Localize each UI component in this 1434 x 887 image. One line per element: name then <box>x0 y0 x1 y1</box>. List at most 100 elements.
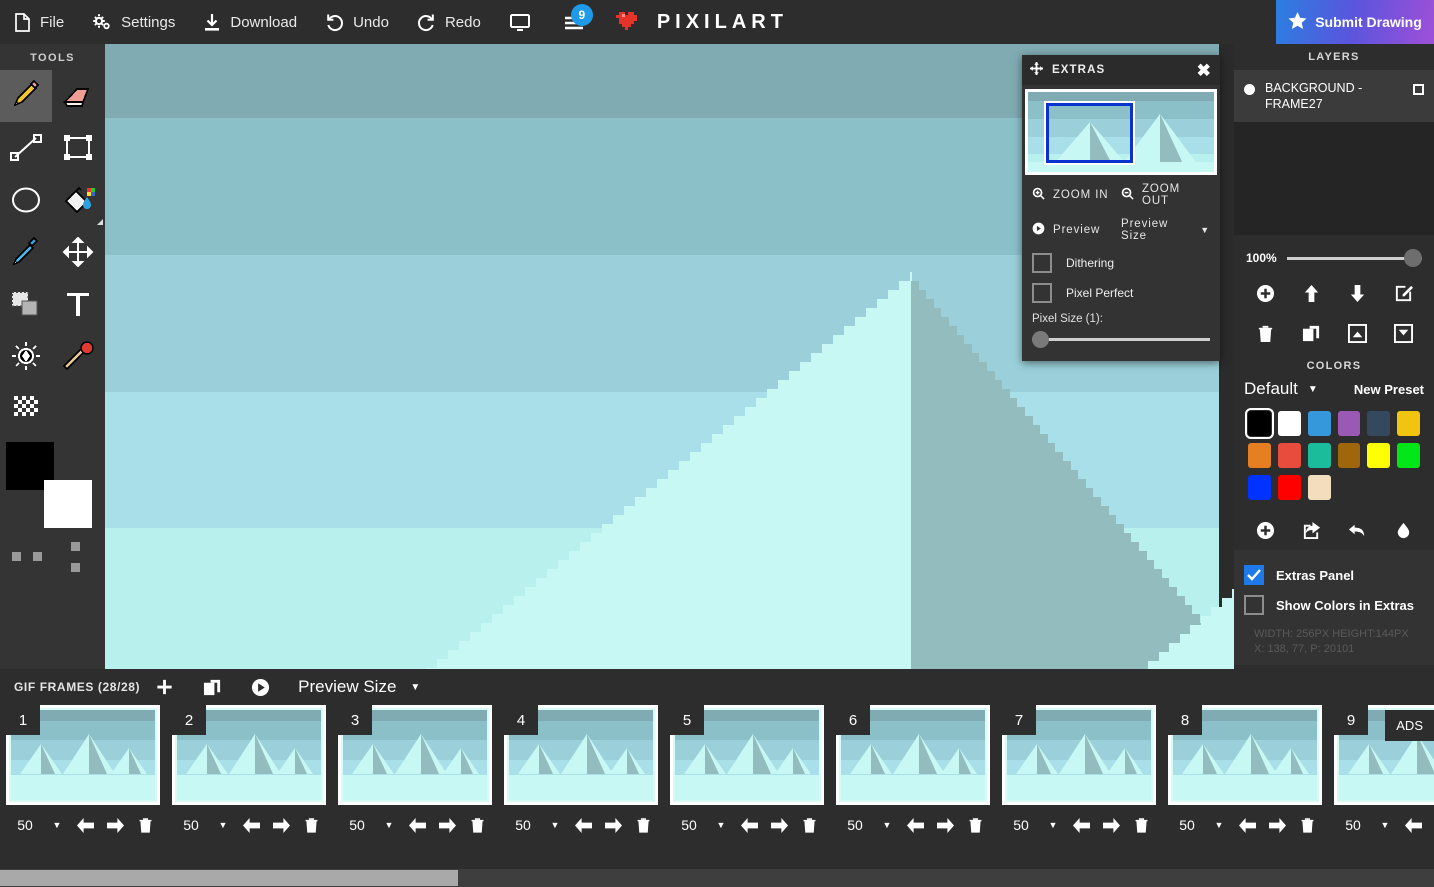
color-swatch-13[interactable] <box>1248 475 1271 500</box>
frame-thumbnail[interactable]: 1 <box>6 705 160 805</box>
extras-panel-header[interactable]: EXTRAS ✖ <box>1022 55 1220 85</box>
chevron-down-icon[interactable]: ▼ <box>376 820 402 830</box>
move-icon[interactable] <box>1030 62 1043 78</box>
color-swatch-8[interactable] <box>1278 443 1301 468</box>
nav-undo[interactable]: Undo <box>311 0 403 44</box>
recent-color-1[interactable] <box>12 552 21 561</box>
delete-frame-icon[interactable] <box>1292 816 1322 834</box>
merge-down-icon[interactable] <box>1342 320 1372 346</box>
move-frame-right-icon[interactable] <box>1096 817 1126 834</box>
move-frame-right-icon[interactable] <box>598 817 628 834</box>
move-frame-left-icon[interactable] <box>236 817 266 834</box>
delete-layer-icon[interactable] <box>1250 320 1280 346</box>
tool-eraser[interactable] <box>52 70 104 122</box>
layer-select-icon[interactable] <box>1413 84 1424 95</box>
color-swatch-6[interactable] <box>1397 411 1420 436</box>
frame-duration[interactable]: 50 <box>1334 817 1372 833</box>
delete-frame-icon[interactable] <box>628 816 658 834</box>
extras-panel-toggle[interactable]: Extras Panel <box>1244 565 1424 585</box>
pixel-size-slider-knob[interactable] <box>1032 331 1049 348</box>
gif-frame[interactable]: 550▼ <box>670 705 830 851</box>
frame-thumbnail[interactable]: 2 <box>172 705 326 805</box>
horizontal-scrollbar-thumb[interactable] <box>0 870 458 886</box>
new-preset-button[interactable]: New Preset <box>1354 382 1424 397</box>
frame-duration[interactable]: 50 <box>338 817 376 833</box>
tool-move[interactable] <box>52 226 104 278</box>
move-frame-left-icon[interactable] <box>734 817 764 834</box>
pixel-perfect-checkbox[interactable]: Pixel Perfect <box>1032 283 1210 303</box>
close-icon[interactable]: ✖ <box>1197 62 1212 79</box>
tool-pencil[interactable] <box>0 70 52 122</box>
frames-preview-size-label[interactable]: Preview Size <box>298 677 396 697</box>
tool-paint-bucket[interactable] <box>52 174 104 226</box>
move-frame-right-icon[interactable] <box>100 817 130 834</box>
frame-duration[interactable]: 50 <box>836 817 874 833</box>
brand-logo[interactable]: PIXILART <box>613 7 788 38</box>
tool-dither[interactable] <box>0 382 52 434</box>
move-frame-left-icon[interactable] <box>1398 817 1428 834</box>
tool-rectangle[interactable] <box>52 122 104 174</box>
tool-ellipse[interactable] <box>0 174 52 226</box>
extras-preview-thumbnail[interactable] <box>1025 89 1217 175</box>
recent-color-2[interactable] <box>33 552 42 561</box>
move-frame-right-icon[interactable] <box>764 817 794 834</box>
frame-thumbnail[interactable]: 7 <box>1002 705 1156 805</box>
gif-frames-strip[interactable]: 150▼250▼350▼450▼550▼650▼750▼850▼950▼ <box>0 705 1434 851</box>
dithering-checkbox-box[interactable] <box>1032 253 1052 273</box>
frame-thumbnail[interactable]: 3 <box>338 705 492 805</box>
gif-frame[interactable]: 1 50▼ <box>6 705 166 851</box>
gif-frame[interactable]: 750▼ <box>1002 705 1162 851</box>
chevron-down-icon[interactable]: ▼ <box>708 820 734 830</box>
undo-color-icon[interactable] <box>1342 517 1372 543</box>
edit-layer-icon[interactable] <box>1388 280 1418 306</box>
zoom-in-button[interactable]: ZOOM IN <box>1032 187 1121 203</box>
color-swatch-1[interactable] <box>1248 411 1271 436</box>
add-color-icon[interactable] <box>1250 517 1280 543</box>
move-frame-left-icon[interactable] <box>70 817 100 834</box>
chevron-down-icon[interactable]: ▼ <box>1308 384 1318 395</box>
gif-frame[interactable]: 3 50▼ <box>338 705 498 851</box>
nav-file[interactable]: File <box>0 0 78 44</box>
move-frame-left-icon[interactable] <box>1066 817 1096 834</box>
color-swatch-12[interactable] <box>1397 443 1420 468</box>
frame-duration[interactable]: 50 <box>504 817 542 833</box>
gif-frame[interactable]: 250▼ <box>172 705 332 851</box>
add-layer-icon[interactable] <box>1250 280 1280 306</box>
tool-text[interactable] <box>52 278 104 330</box>
frame-thumbnail[interactable]: 4 <box>504 705 658 805</box>
gif-frame[interactable]: 850▼ <box>1168 705 1328 851</box>
move-frame-left-icon[interactable] <box>402 817 432 834</box>
tool-lighten[interactable] <box>0 330 52 382</box>
frame-duration[interactable]: 50 <box>670 817 708 833</box>
nav-download[interactable]: Download <box>189 0 311 44</box>
frame-duration[interactable]: 50 <box>6 817 44 833</box>
frame-duration[interactable]: 50 <box>1002 817 1040 833</box>
show-colors-checkbox[interactable] <box>1244 595 1264 615</box>
chevron-down-icon[interactable]: ▼ <box>874 820 900 830</box>
move-frame-right-icon[interactable] <box>432 817 462 834</box>
chevron-down-icon[interactable]: ▼ <box>410 682 420 693</box>
zoom-out-button[interactable]: ZOOM OUT <box>1121 183 1210 207</box>
recent-color-3[interactable] <box>71 542 80 551</box>
tool-eyedropper[interactable] <box>0 226 52 278</box>
frame-thumbnail[interactable]: 6 <box>836 705 990 805</box>
delete-frame-icon[interactable] <box>1126 816 1156 834</box>
secondary-color-swatch[interactable] <box>44 480 92 528</box>
chevron-down-icon[interactable]: ▼ <box>210 820 236 830</box>
extras-panel-checkbox[interactable] <box>1244 565 1264 585</box>
color-picker-icon[interactable] <box>1388 517 1418 543</box>
chevron-down-icon[interactable]: ▼ <box>44 820 70 830</box>
duplicate-layer-icon[interactable] <box>1296 320 1326 346</box>
tool-mirror[interactable] <box>52 330 104 382</box>
opacity-slider-knob[interactable] <box>1404 249 1422 267</box>
color-swatch-5[interactable] <box>1367 411 1390 436</box>
move-frame-left-icon[interactable] <box>568 817 598 834</box>
submit-drawing-button[interactable]: Submit Drawing <box>1276 0 1434 44</box>
tool-select[interactable] <box>0 278 52 330</box>
menu-button[interactable]: 9 <box>545 0 605 44</box>
move-frame-right-icon[interactable] <box>266 817 296 834</box>
color-preset-name[interactable]: Default <box>1244 379 1298 399</box>
pixel-size-slider[interactable] <box>1032 331 1210 347</box>
dithering-checkbox[interactable]: Dithering <box>1032 253 1210 273</box>
color-swatch-2[interactable] <box>1278 411 1301 436</box>
